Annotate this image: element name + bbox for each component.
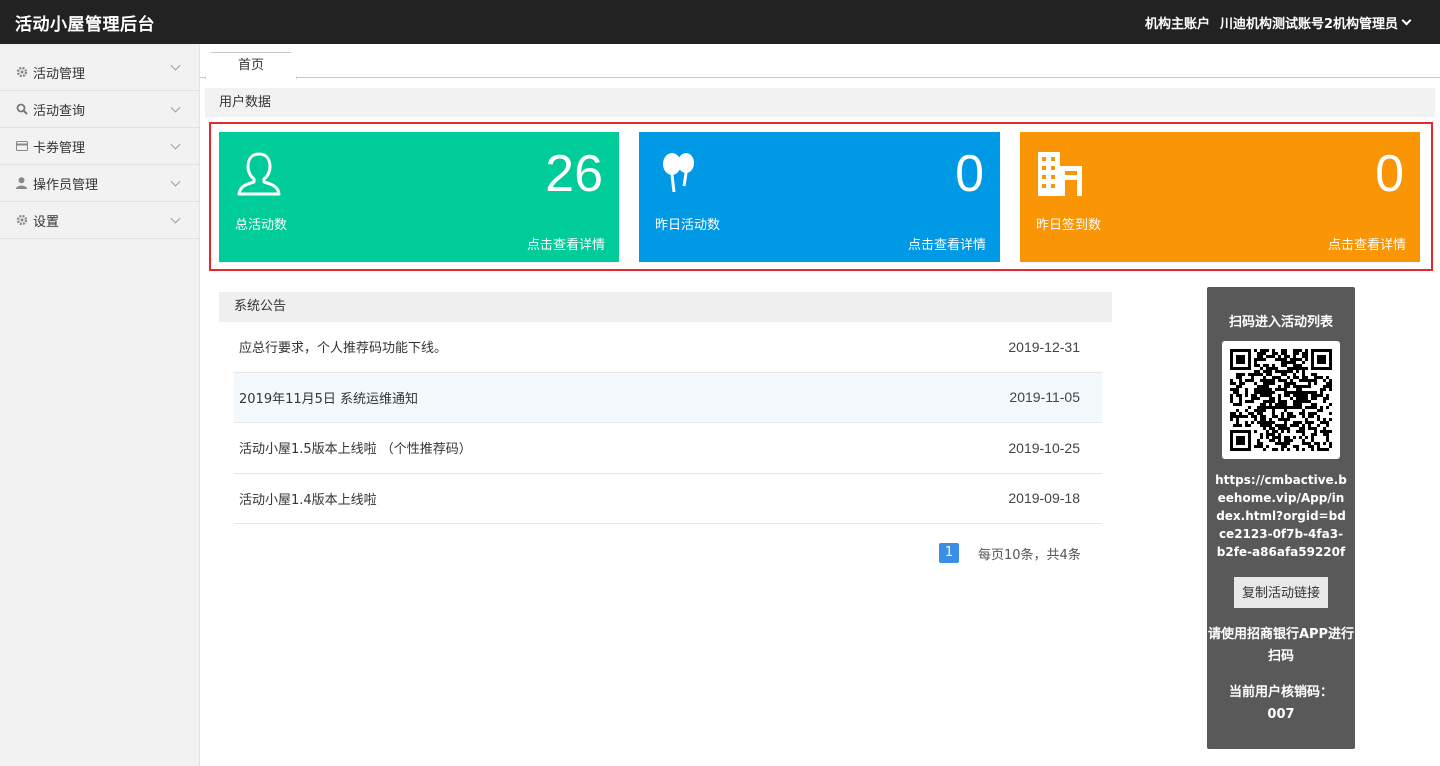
stat-value: 0: [955, 145, 984, 203]
stat-value: 26: [545, 145, 603, 203]
list-item[interactable]: 活动小屋1.5版本上线啦 （个性推荐码） 2019-10-25: [234, 423, 1102, 474]
account-type: 机构主账户: [1144, 16, 1210, 32]
section-title-user-data: 用户数据: [205, 88, 1435, 117]
chevron-down-icon: [170, 139, 181, 150]
tab-bar: 首页: [200, 44, 1440, 79]
sidebar: 活动管理 活动查询 卡券管理 操作员管理 设置: [0, 44, 200, 766]
gear-icon: [15, 214, 28, 227]
scan-hint: 请使用招商银行APP进行扫码: [1207, 627, 1355, 664]
sidebar-item-label: 活动管理: [33, 66, 86, 82]
search-icon: [15, 103, 28, 116]
sidebar-item-settings[interactable]: 设置: [0, 202, 199, 239]
page-number-button[interactable]: 1: [939, 543, 959, 563]
account-menu[interactable]: 机构主账户 川迪机构测试账号2机构管理员: [1145, 13, 1440, 32]
user-outline-icon: [237, 152, 281, 196]
list-item[interactable]: 2019年11月5日 系统运维通知 2019-11-05: [234, 372, 1102, 423]
user-icon: [15, 177, 28, 190]
app-title: 活动小屋管理后台: [15, 14, 155, 35]
section-title-announcements: 系统公告: [219, 292, 1112, 322]
gear-icon: [15, 66, 28, 79]
view-details-link[interactable]: 点击查看详情: [908, 234, 986, 253]
stat-card-yesterday-checkins[interactable]: 0 昨日签到数 点击查看详情: [1020, 132, 1420, 262]
announcement-date: 2019-11-05: [1009, 389, 1080, 406]
stat-card-yesterday-activities[interactable]: 0 昨日活动数 点击查看详情: [639, 132, 1000, 262]
list-item[interactable]: 应总行要求，个人推荐码功能下线。 2019-12-31: [234, 322, 1102, 373]
announcement-title[interactable]: 活动小屋1.4版本上线啦: [239, 489, 377, 508]
sidebar-item-label: 设置: [33, 214, 60, 230]
chevron-down-icon: [170, 102, 181, 113]
view-details-link[interactable]: 点击查看详情: [1328, 234, 1406, 253]
announcement-date: 2019-09-18: [1008, 490, 1080, 507]
sidebar-item-activity-management[interactable]: 活动管理: [0, 44, 199, 91]
chevron-down-icon: [170, 176, 181, 187]
announcement-date: 2019-12-31: [1008, 338, 1080, 355]
account-name: 川迪机构测试账号2机构管理员: [1219, 16, 1398, 32]
verification-code-label: 当前用户核销码：: [1228, 685, 1333, 700]
top-bar: 活动小屋管理后台 机构主账户 川迪机构测试账号2机构管理员: [0, 0, 1440, 44]
announcement-title[interactable]: 活动小屋1.5版本上线啦 （个性推荐码）: [239, 438, 472, 457]
list-item[interactable]: 活动小屋1.4版本上线啦 2019-09-18: [234, 474, 1102, 524]
verification-code-value: 007: [1267, 707, 1295, 722]
chevron-down-icon[interactable]: [1401, 15, 1412, 25]
balloons-icon: [663, 153, 694, 193]
stat-label: 昨日活动数: [655, 218, 721, 233]
stat-value: 0: [1375, 145, 1404, 203]
stat-label: 昨日签到数: [1036, 218, 1102, 233]
view-details-link[interactable]: 点击查看详情: [527, 234, 605, 253]
sidebar-item-operator-management[interactable]: 操作员管理: [0, 165, 199, 202]
qr-code-image: [1222, 341, 1340, 459]
announcement-list: 应总行要求，个人推荐码功能下线。 2019-12-31 2019年11月5日 系…: [234, 322, 1102, 524]
sidebar-item-label: 卡券管理: [33, 140, 86, 156]
tab-home[interactable]: 首页: [205, 52, 297, 79]
stat-card-total-activities[interactable]: 26 总活动数 点击查看详情: [219, 132, 619, 262]
sidebar-item-activity-query[interactable]: 活动查询: [0, 91, 199, 128]
activity-url: https://cmbactive.beehome.vip/App/index.…: [1215, 473, 1347, 559]
pagination-summary: 每页10条，共4条: [978, 547, 1081, 563]
chevron-down-icon: [170, 213, 181, 224]
qr-title: 扫码进入活动列表: [1228, 315, 1333, 330]
sidebar-item-label: 操作员管理: [33, 177, 99, 193]
stat-label: 总活动数: [235, 218, 288, 233]
announcement-title[interactable]: 2019年11月5日 系统运维通知: [239, 388, 418, 407]
chevron-down-icon: [170, 60, 181, 71]
announcement-title[interactable]: 应总行要求，个人推荐码功能下线。: [239, 337, 447, 356]
copy-link-button[interactable]: 复制活动链接: [1234, 577, 1328, 608]
sidebar-item-label: 活动查询: [33, 103, 86, 119]
announcement-date: 2019-10-25: [1008, 439, 1080, 456]
qr-panel: 扫码进入活动列表 https://cmbactive.beehome.vip/A…: [1207, 287, 1355, 749]
card-icon: [15, 140, 28, 153]
sidebar-item-coupon-management[interactable]: 卡券管理: [0, 128, 199, 165]
pagination: 1 每页10条，共4条: [939, 543, 1081, 563]
building-icon: [1038, 152, 1082, 196]
